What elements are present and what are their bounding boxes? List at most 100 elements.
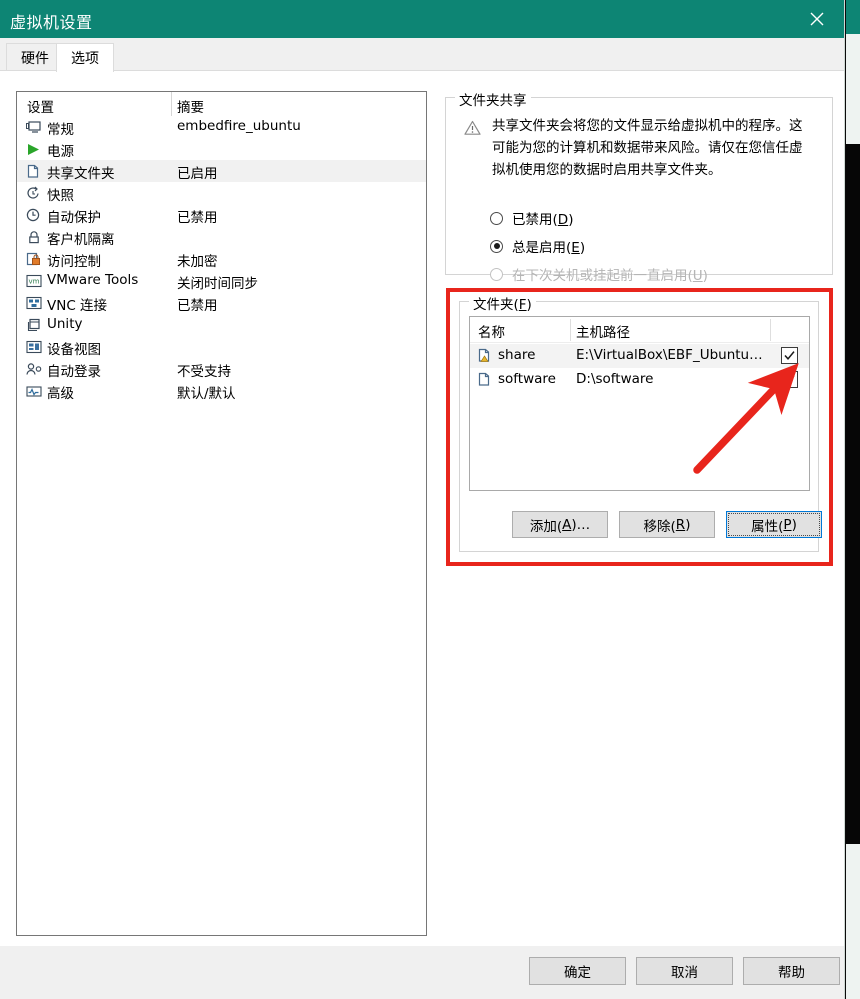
warning-triangle-icon bbox=[464, 120, 481, 137]
autologon-icon bbox=[25, 361, 42, 377]
ok-button[interactable]: 确定 bbox=[529, 957, 626, 985]
snapshot-icon bbox=[25, 185, 42, 201]
play-icon bbox=[25, 141, 42, 157]
desktop-strip-dark bbox=[846, 144, 860, 844]
radio-always-enabled-indicator bbox=[490, 239, 503, 253]
advanced-icon bbox=[25, 383, 42, 399]
window-title: 虚拟机设置 bbox=[10, 13, 93, 32]
header-rule bbox=[470, 342, 809, 343]
device-view-icon bbox=[25, 339, 42, 355]
dialog-button-bar: 确定 取消 帮助 bbox=[0, 945, 844, 999]
desktop-strip-lower bbox=[846, 844, 860, 999]
table-row[interactable]: software D:\software bbox=[470, 368, 809, 392]
setting-label: 设备视图 bbox=[47, 342, 101, 358]
setting-label: 客户机隔离 bbox=[47, 232, 115, 248]
unity-icon bbox=[25, 317, 42, 333]
setting-row-autoprotect[interactable]: 自动保护 已禁用 bbox=[17, 204, 426, 226]
header-divider bbox=[171, 92, 172, 116]
folders-group-title: 文件夹(F) bbox=[469, 293, 536, 313]
setting-label: Unity bbox=[47, 316, 83, 332]
column-header-host-path[interactable]: 主机路径 bbox=[576, 321, 630, 341]
setting-row-snapshot[interactable]: 快照 bbox=[17, 182, 426, 204]
svg-text:vm: vm bbox=[28, 278, 39, 286]
setting-label: 自动保护 bbox=[47, 210, 101, 226]
setting-row-guest-isolation[interactable]: 客户机隔离 bbox=[17, 226, 426, 248]
column-header-summary: 摘要 bbox=[177, 100, 204, 116]
setting-summary: 已启用 bbox=[177, 166, 218, 182]
add-folder-button[interactable]: 添加(A)… bbox=[512, 511, 608, 538]
tab-options[interactable]: 选项 bbox=[56, 43, 114, 72]
vm-tools-icon: vm bbox=[25, 273, 42, 289]
shared-folder-icon bbox=[478, 372, 493, 388]
setting-summary: 已禁用 bbox=[177, 210, 218, 226]
radio-always-enabled[interactable]: 总是启用(E) bbox=[490, 236, 585, 256]
folder-enabled-checkbox[interactable] bbox=[781, 371, 798, 388]
setting-row-shared-folders[interactable]: 共享文件夹 已启用 bbox=[17, 160, 426, 182]
desktop-background-strip bbox=[846, 0, 860, 999]
folders-group: 文件夹(F) 名称 主机路径 share E:\VirtualBox\EBF_U… bbox=[459, 293, 822, 552]
folder-enabled-checkbox[interactable] bbox=[781, 347, 798, 364]
setting-label: 快照 bbox=[47, 188, 74, 204]
lock-icon bbox=[25, 229, 42, 245]
folders-table-header: 名称 主机路径 bbox=[470, 317, 809, 343]
shared-folders-pane: 文件夹共享 共享文件夹会将您的文件显示给虚拟机中的程序。这可能为您的计算机和数据… bbox=[444, 85, 834, 935]
folder-path: D:\software bbox=[576, 371, 654, 387]
setting-row-power[interactable]: 电源 bbox=[17, 138, 426, 160]
desktop-strip-top bbox=[846, 0, 860, 34]
setting-row-auto-logon[interactable]: 自动登录 不受支持 bbox=[17, 358, 426, 380]
setting-row-unity[interactable]: Unity bbox=[17, 314, 426, 336]
tab-strip: 硬件 选项 bbox=[0, 38, 844, 72]
setting-label: 电源 bbox=[47, 144, 74, 160]
title-bar: 虚拟机设置 bbox=[0, 0, 844, 38]
vnc-icon bbox=[25, 295, 42, 311]
setting-label: 高级 bbox=[47, 386, 74, 402]
setting-label: 访问控制 bbox=[47, 254, 101, 270]
remove-folder-button[interactable]: 移除(R) bbox=[619, 511, 715, 538]
sharing-warning-text: 共享文件夹会将您的文件显示给虚拟机中的程序。这可能为您的计算机和数据带来风险。请… bbox=[492, 118, 803, 178]
folder-icon bbox=[25, 163, 42, 179]
radio-always-enabled-label: 总是启用(E) bbox=[512, 240, 586, 256]
folder-sharing-group: 文件夹共享 共享文件夹会将您的文件显示给虚拟机中的程序。这可能为您的计算机和数据… bbox=[445, 89, 833, 284]
setting-summary: embedfire_ubuntu bbox=[177, 118, 301, 134]
setting-label: 自动登录 bbox=[47, 364, 101, 380]
setting-row-access-control[interactable]: 访问控制 未加密 bbox=[17, 248, 426, 270]
setting-summary: 未加密 bbox=[177, 254, 218, 270]
screen: 虚拟机设置 硬件 选项 设置 摘要 常规 embedfire_ubuntu 电源… bbox=[0, 0, 860, 999]
cancel-button[interactable]: 取消 bbox=[636, 957, 733, 985]
setting-row-advanced[interactable]: 高级 默认/默认 bbox=[17, 380, 426, 402]
setting-row-general[interactable]: 常规 embedfire_ubuntu bbox=[17, 116, 426, 138]
shared-folder-warning-icon bbox=[478, 348, 493, 364]
setting-row-vnc[interactable]: VNC 连接 已禁用 bbox=[17, 292, 426, 314]
column-header-name[interactable]: 名称 bbox=[478, 321, 505, 341]
monitor-icon bbox=[25, 119, 42, 135]
setting-label: VMware Tools bbox=[47, 272, 139, 288]
folder-sharing-group-title: 文件夹共享 bbox=[455, 89, 531, 109]
settings-list[interactable]: 设置 摘要 常规 embedfire_ubuntu 电源 共享文件夹 已启用 快… bbox=[16, 91, 427, 936]
setting-label: VNC 连接 bbox=[47, 298, 108, 314]
desktop-strip-light bbox=[846, 34, 860, 144]
table-row[interactable]: share E:\VirtualBox\EBF_Ubuntu… bbox=[470, 344, 809, 368]
setting-label: 常规 bbox=[47, 122, 74, 138]
radio-until-shutdown-label: 在下次关机或挂起前一直启用(U) bbox=[512, 268, 708, 284]
radio-until-shutdown-indicator bbox=[490, 267, 503, 281]
header-separator-1 bbox=[570, 319, 571, 341]
setting-summary: 默认/默认 bbox=[177, 386, 236, 402]
help-button[interactable]: 帮助 bbox=[743, 957, 840, 985]
setting-row-device-view[interactable]: 设备视图 bbox=[17, 336, 426, 358]
access-lock-icon bbox=[25, 251, 42, 267]
folders-table[interactable]: 名称 主机路径 share E:\VirtualBox\EBF_Ubuntu… bbox=[469, 316, 810, 491]
close-icon[interactable] bbox=[795, 0, 839, 38]
radio-disabled[interactable]: 已禁用(D) bbox=[490, 208, 573, 228]
header-separator-2 bbox=[770, 319, 771, 341]
folder-name: share bbox=[498, 347, 536, 363]
folder-path: E:\VirtualBox\EBF_Ubuntu… bbox=[576, 347, 763, 363]
column-header-setting: 设置 bbox=[27, 100, 54, 116]
radio-disabled-indicator bbox=[490, 211, 503, 225]
vm-settings-dialog: 虚拟机设置 硬件 选项 设置 摘要 常规 embedfire_ubuntu 电源… bbox=[0, 0, 845, 999]
setting-row-vmware-tools[interactable]: vm VMware Tools 关闭时间同步 bbox=[17, 270, 426, 292]
clock-icon bbox=[25, 207, 42, 223]
folder-name: software bbox=[498, 371, 556, 387]
radio-until-shutdown: 在下次关机或挂起前一直启用(U) bbox=[490, 264, 708, 284]
folder-properties-button[interactable]: 属性(P) bbox=[726, 511, 822, 538]
radio-disabled-label: 已禁用(D) bbox=[512, 212, 574, 228]
